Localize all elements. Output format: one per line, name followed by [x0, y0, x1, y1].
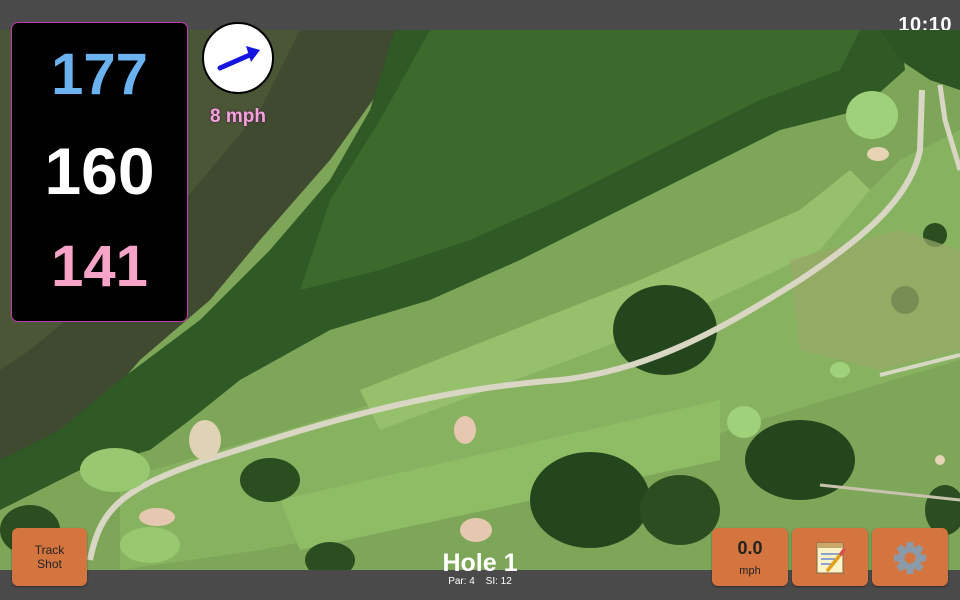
gear-icon — [894, 542, 926, 574]
speed-button[interactable]: 0.0 mph — [712, 528, 788, 586]
middle-distance: 160 — [44, 134, 155, 208]
settings-button[interactable] — [872, 528, 948, 586]
front-distance: 141 — [51, 234, 148, 299]
wind-speed: 8 mph — [210, 106, 266, 127]
notes-button[interactable] — [792, 528, 868, 586]
hole-par: Par: 4 — [448, 576, 475, 587]
notepad-icon — [816, 542, 846, 574]
track-shot-button[interactable]: Track Shot — [12, 528, 87, 586]
hole-stroke-index: SI: 12 — [485, 576, 512, 587]
speed-unit: mph — [739, 565, 761, 577]
track-shot-label: Track Shot — [34, 543, 65, 571]
distance-panel: 177 160 141 — [11, 22, 188, 322]
hole-title: Hole 1 — [442, 549, 518, 577]
wind-direction-dial — [202, 22, 274, 94]
hole-info: Par: 4 SI: 12 — [380, 576, 580, 587]
speed-value: 0.0 — [737, 538, 763, 558]
arrow-icon — [217, 46, 260, 71]
back-distance: 177 — [51, 42, 148, 107]
